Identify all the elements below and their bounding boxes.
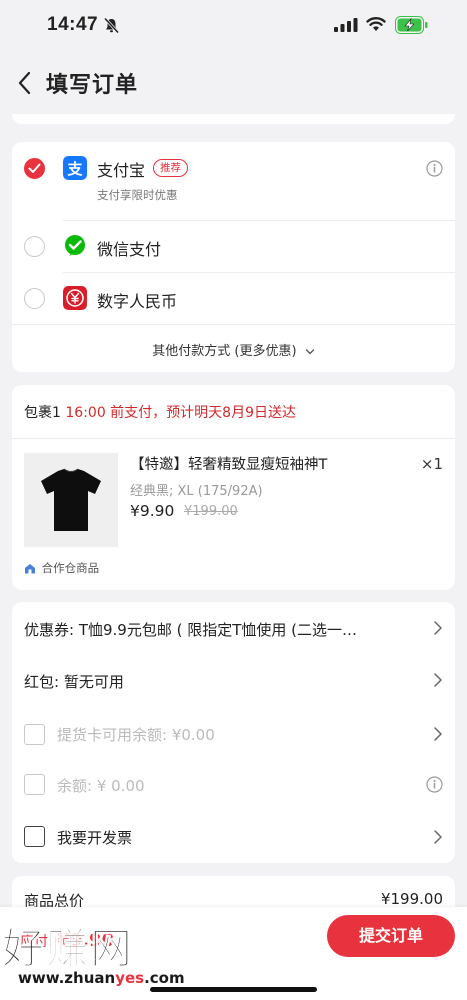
invoice-checkbox[interactable] [24, 826, 45, 847]
order-options-card: 优惠券: T恤9.9元包邮 ( 限指定T恤使用 (二选一… 红包: 暂无可用 提… [12, 602, 455, 863]
package-card: 包裹1 16:00 前支付，预计明天8月9日送达 【特邀】轻奢精致显瘦短袖神T … [12, 385, 455, 590]
balance-checkbox[interactable] [24, 774, 45, 795]
radio-alipay-selected[interactable] [24, 158, 45, 179]
alipay-icon: 支 [63, 156, 87, 180]
coupon-row[interactable]: 优惠券: T恤9.9元包邮 ( 限指定T恤使用 (二选一… [12, 602, 455, 654]
chevron-right-icon [434, 673, 442, 687]
product-price: ¥9.90 [130, 502, 175, 520]
divider [12, 438, 455, 439]
gift-card-label: 提货卡可用余额: ¥0.00 [57, 726, 215, 744]
red-packet-label: 红包: 暂无可用 [24, 673, 124, 691]
wifi-icon [366, 17, 386, 31]
chevron-right-icon [434, 830, 442, 844]
package-header: 包裹1 16:00 前支付，预计明天8月9日送达 [24, 402, 296, 422]
payment-methods-card: 支 支付宝 推荐 支付享限时优惠 微信支付 数字人民币 其他付款方式 (更多优惠… [12, 142, 455, 372]
payment-label: 微信支付 [97, 240, 162, 259]
invoice-row[interactable]: 我要开发票 [12, 810, 455, 862]
package-name: 包裹1 [24, 405, 61, 421]
product-image[interactable] [24, 453, 118, 547]
navigation-bar: 填写订单 [0, 52, 467, 114]
recommend-badge: 推荐 [153, 159, 188, 177]
product-original-price: ¥199.00 [184, 504, 238, 519]
tshirt-image [24, 453, 118, 547]
home-indicator[interactable] [150, 987, 317, 992]
warehouse-label: 合作仓商品 [41, 561, 100, 575]
checkout-bar: 应付: ¥9.90 提交订单 [0, 907, 467, 1000]
balance-label: 余额: ¥ 0.00 [57, 777, 145, 795]
bell-off-icon [103, 17, 120, 34]
product-quantity: ×1 [420, 455, 443, 473]
page-title: 填写订单 [46, 73, 139, 98]
balance-row[interactable]: 余额: ¥ 0.00 [12, 758, 455, 810]
payable-prefix: 应付: [20, 934, 53, 950]
divider [12, 324, 455, 325]
red-packet-row[interactable]: 红包: 暂无可用 [12, 654, 455, 706]
payment-label: 数字人民币 [97, 292, 178, 311]
product-spec: 经典黑; XL (175/92A) [130, 484, 263, 499]
payment-option-ecny[interactable]: 数字人民币 [12, 272, 455, 324]
info-icon[interactable] [426, 160, 443, 177]
gift-card-row[interactable]: 提货卡可用余额: ¥0.00 [12, 706, 455, 758]
chevron-down-icon [305, 348, 314, 354]
delivery-estimate: 16:00 前支付，预计明天8月9日送达 [65, 405, 296, 421]
chevron-right-icon [434, 727, 442, 741]
payable-amount: 应付: ¥9.90 [20, 930, 114, 951]
e-cny-icon [63, 286, 87, 310]
invoice-label: 我要开发票 [57, 829, 133, 847]
warehouse-tag: 合作仓商品 [24, 560, 99, 576]
more-payment-methods-link[interactable]: 其他付款方式 (更多优惠) [12, 340, 455, 359]
coupon-label: 优惠券: T恤9.9元包邮 ( 限指定T恤使用 (二选一… [24, 621, 358, 639]
battery-charging-icon [395, 16, 428, 34]
chevron-right-icon [434, 621, 442, 635]
svg-text:支: 支 [66, 160, 83, 178]
payment-sub-text: 支付享限时优惠 [97, 188, 178, 202]
radio-wechat[interactable] [24, 236, 45, 257]
gift-card-checkbox[interactable] [24, 724, 45, 745]
more-payment-label: 其他付款方式 (更多优惠) [152, 344, 297, 359]
status-bar: 14:47 [0, 0, 467, 52]
payable-value: ¥9.90 [57, 930, 115, 951]
signal-icon [334, 18, 358, 32]
warehouse-icon [25, 564, 35, 574]
status-time: 14:47 [47, 14, 99, 35]
submit-order-button[interactable]: 提交订单 [327, 915, 455, 957]
payment-label: 支付宝 [97, 161, 146, 180]
back-arrow-icon[interactable] [12, 68, 36, 98]
product-title[interactable]: 【特邀】轻奢精致显瘦短袖神T [130, 453, 327, 474]
payment-option-wechat[interactable]: 微信支付 [12, 220, 455, 272]
info-icon[interactable] [426, 776, 443, 793]
payment-option-alipay[interactable]: 支 支付宝 推荐 支付享限时优惠 [12, 142, 455, 220]
total-value: ¥199.00 [380, 890, 443, 908]
wechat-pay-icon [65, 235, 85, 256]
address-card-bottom [12, 114, 455, 124]
radio-ecny[interactable] [24, 288, 45, 309]
